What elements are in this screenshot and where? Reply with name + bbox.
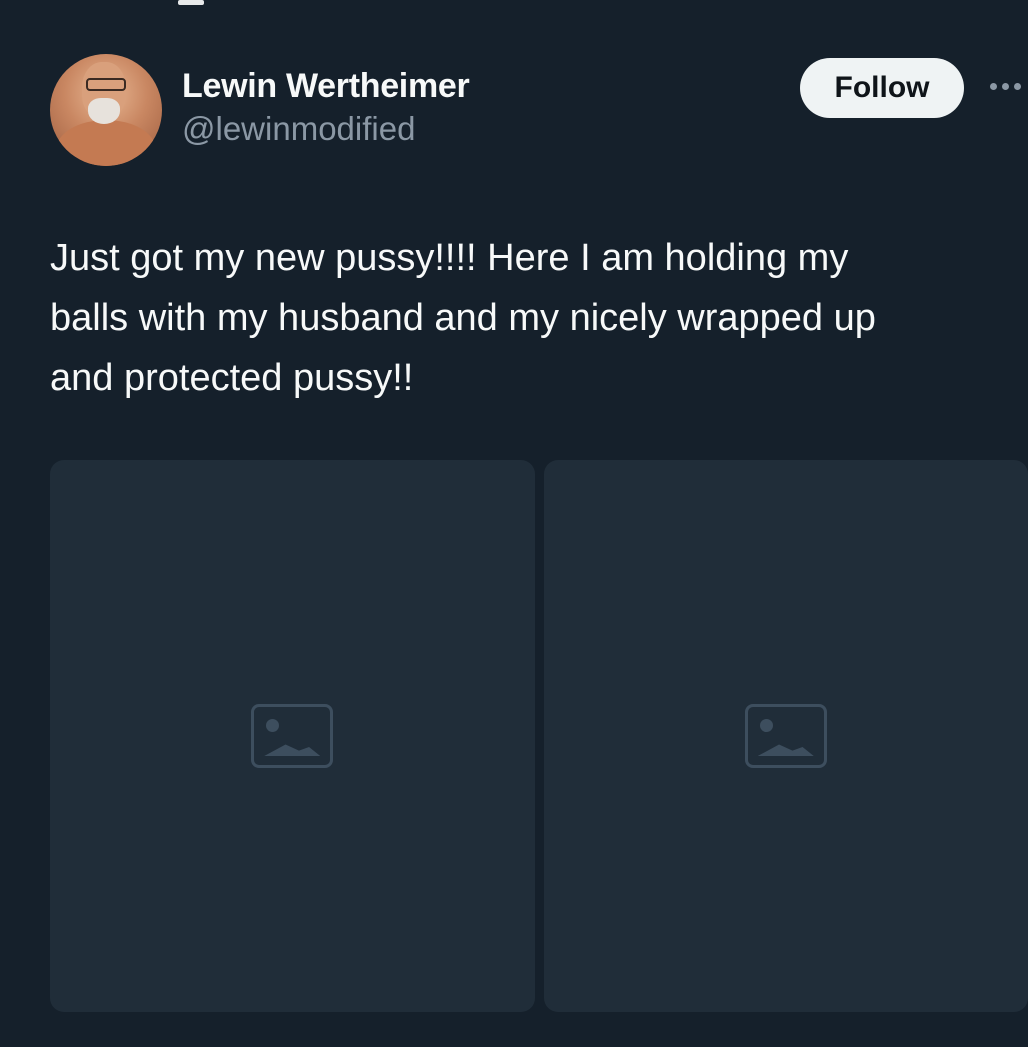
author-names: Lewin Wertheimer @lewinmodified bbox=[182, 64, 470, 150]
tweet-text: Just got my new pussy!!!! Here I am hold… bbox=[50, 237, 876, 399]
tweet-image-2[interactable] bbox=[543, 460, 1028, 1012]
more-dot bbox=[990, 82, 997, 90]
tweet-image-1[interactable] bbox=[50, 460, 535, 1012]
avatar-beard bbox=[88, 98, 120, 124]
more-horizontal-icon[interactable] bbox=[990, 76, 1028, 96]
author-handle[interactable]: @lewinmodified bbox=[182, 108, 469, 150]
tweet-media-grid bbox=[50, 460, 1028, 1012]
author-display-name[interactable]: Lewin Wertheimer bbox=[182, 64, 470, 108]
image-placeholder-icon bbox=[744, 704, 827, 768]
avatar-glasses bbox=[86, 78, 126, 91]
image-placeholder-icon bbox=[251, 704, 334, 768]
avatar-shoulders bbox=[56, 120, 156, 166]
more-dot bbox=[1014, 82, 1021, 90]
tweet-header: Lewin Wertheimer @lewinmodified Follow bbox=[50, 52, 1028, 172]
follow-button[interactable]: Follow bbox=[800, 58, 964, 118]
more-dot bbox=[1002, 82, 1009, 90]
avatar[interactable] bbox=[50, 54, 162, 166]
top-ui-fragment bbox=[178, 0, 204, 5]
